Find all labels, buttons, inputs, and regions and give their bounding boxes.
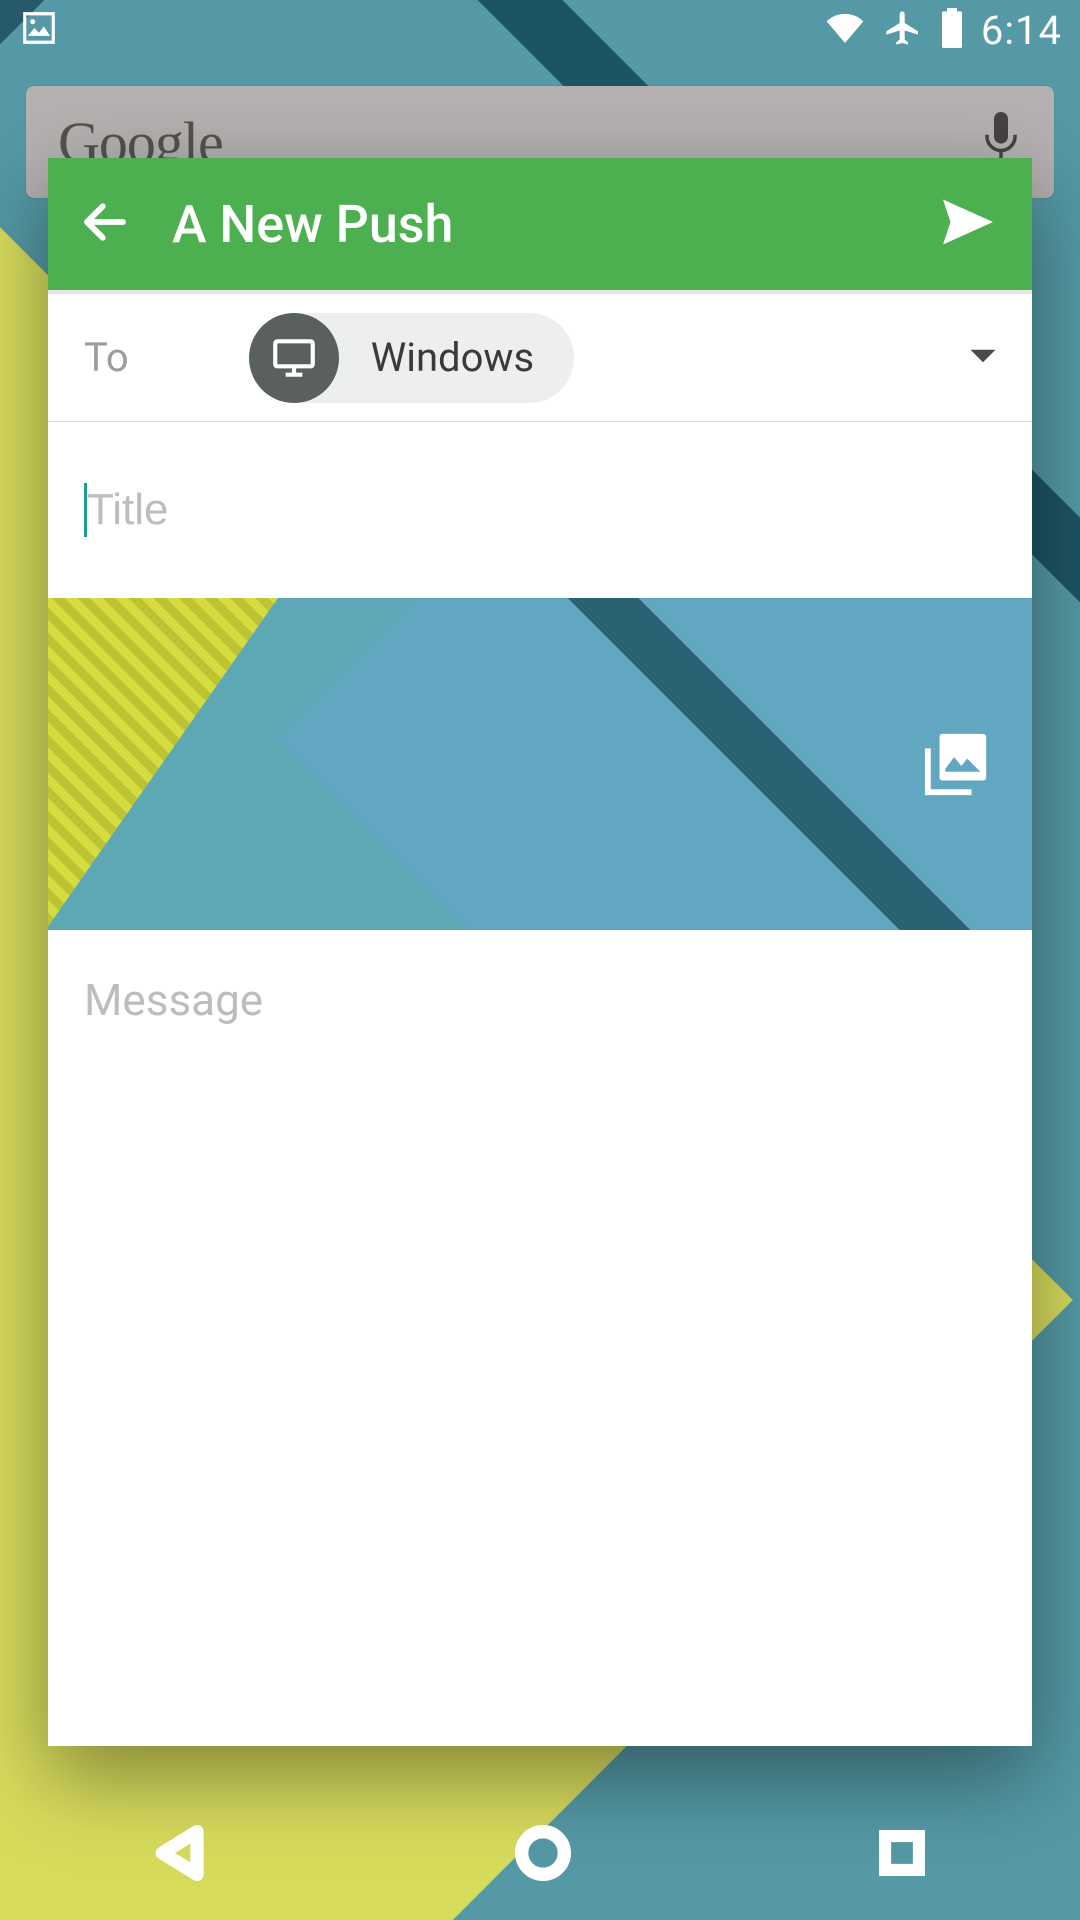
nav-recent-button[interactable] [873,1824,931,1886]
system-nav-bar [0,1790,1080,1920]
status-bar: 6:14 [0,0,1080,60]
send-button[interactable] [934,192,1002,256]
new-push-popup: A New Push To Windows [48,158,1032,1746]
device-dropdown-button[interactable] [968,346,998,370]
to-row: To Windows [48,290,1032,422]
device-chip[interactable]: Windows [249,313,574,403]
wifi-icon [823,8,867,52]
popup-header: A New Push [48,158,1032,290]
message-input[interactable] [84,974,996,1702]
attachment-preview [48,598,1032,930]
title-input[interactable] [87,485,996,535]
gallery-button[interactable] [922,728,992,802]
popup-title: A New Push [172,194,453,255]
message-field[interactable] [48,930,1032,1746]
clock: 6:14 [981,7,1062,54]
image-notification-icon [20,9,58,51]
nav-home-button[interactable] [511,1821,575,1889]
back-button[interactable] [78,195,132,253]
airplane-mode-icon [883,8,923,52]
battery-icon [939,8,965,52]
nav-back-button[interactable] [149,1821,213,1889]
device-chip-label: Windows [371,334,534,381]
monitor-icon [249,313,339,403]
title-field[interactable] [48,422,1032,598]
to-label: To [84,334,129,381]
